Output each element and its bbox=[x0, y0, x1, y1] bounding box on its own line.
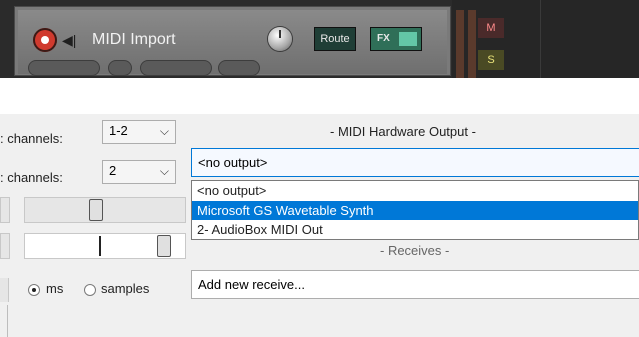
add-receive-select[interactable]: Add new receive... bbox=[191, 270, 639, 299]
route-button[interactable]: Route bbox=[314, 27, 356, 51]
channels-label-1: : channels: bbox=[0, 131, 63, 146]
ms-radio[interactable] bbox=[28, 284, 40, 296]
channels-value-2: 2 bbox=[109, 163, 117, 178]
samples-radio[interactable] bbox=[84, 284, 96, 296]
dropdown-option[interactable]: <no output> bbox=[192, 181, 638, 200]
ms-label: ms bbox=[46, 281, 64, 296]
volume-fader-thumb[interactable] bbox=[89, 199, 103, 221]
volume-fader[interactable] bbox=[24, 197, 186, 223]
record-arm-button[interactable] bbox=[33, 28, 57, 52]
hardware-output-select[interactable]: <no output> bbox=[191, 148, 639, 177]
grid-line bbox=[540, 0, 541, 78]
units-edge bbox=[0, 278, 9, 302]
channels-label-2: : channels: bbox=[0, 170, 63, 185]
dropdown-option-highlighted[interactable]: Microsoft GS Wavetable Synth bbox=[192, 201, 638, 220]
pan-center-mark bbox=[99, 236, 101, 256]
channels-select-2[interactable]: 2 ⌵ bbox=[102, 160, 176, 184]
hardware-output-dropdown: <no output> Microsoft GS Wavetable Synth… bbox=[191, 180, 639, 240]
volume-fader-edge bbox=[0, 197, 10, 223]
pan-fader-thumb[interactable] bbox=[157, 235, 171, 257]
receives-title: - Receives - bbox=[380, 243, 450, 258]
samples-label: samples bbox=[101, 281, 150, 296]
fx-label: FX bbox=[377, 33, 390, 44]
mute-button[interactable]: M bbox=[478, 18, 504, 38]
solo-button[interactable]: S bbox=[478, 50, 504, 70]
channels-value-1: 1-2 bbox=[109, 123, 128, 138]
level-meter-right bbox=[468, 10, 476, 78]
fx-bypass-toggle[interactable] bbox=[399, 32, 417, 46]
speaker-icon[interactable]: ◀| bbox=[62, 31, 82, 49]
track-name[interactable]: MIDI Import bbox=[92, 28, 176, 52]
fx-button[interactable]: FX bbox=[370, 27, 422, 51]
channels-select-1[interactable]: 1-2 ⌵ bbox=[102, 120, 176, 144]
input-monitor[interactable] bbox=[218, 60, 260, 76]
track-lower-controls bbox=[28, 58, 268, 76]
chevron-down-icon: ⌵ bbox=[159, 124, 169, 138]
dialog-header-strip bbox=[0, 78, 639, 114]
dialog-edge bbox=[7, 305, 8, 337]
pan-fader-edge bbox=[0, 233, 10, 259]
input-selector[interactable] bbox=[28, 60, 100, 76]
pan-knob[interactable] bbox=[108, 60, 132, 76]
chevron-down-icon: ⌵ bbox=[159, 164, 169, 178]
width-control[interactable] bbox=[140, 60, 212, 76]
dropdown-option[interactable]: 2- AudioBox MIDI Out bbox=[192, 220, 638, 239]
hardware-output-title: - MIDI Hardware Output - bbox=[330, 124, 476, 139]
level-meter-left bbox=[456, 10, 464, 78]
volume-knob[interactable] bbox=[268, 27, 292, 51]
